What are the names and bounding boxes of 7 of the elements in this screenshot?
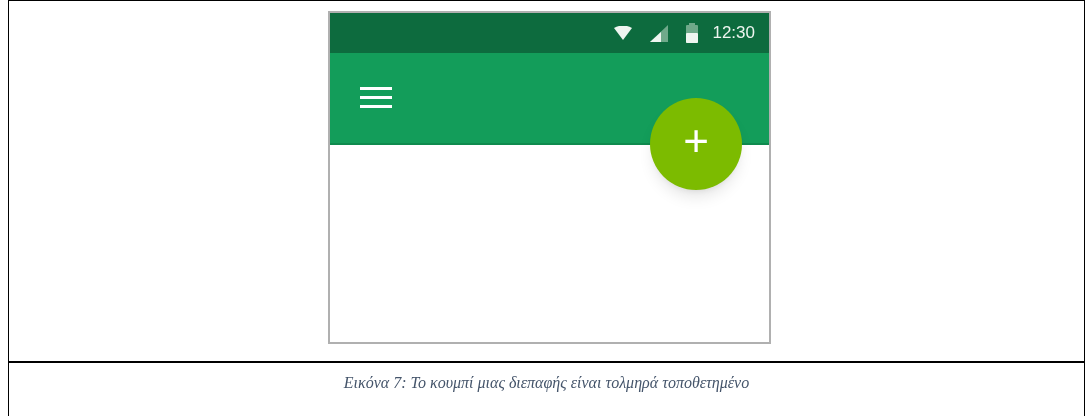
add-button[interactable]: + [650, 98, 742, 190]
wifi-icon [614, 26, 633, 40]
menu-icon[interactable] [360, 87, 392, 109]
status-time: 12:30 [712, 22, 755, 45]
battery-icon [686, 23, 699, 43]
figure-caption: Εικόνα 7: Το κουμπί μιας διεπαφής είναι τολμηρά τοποθετημένο [343, 373, 750, 394]
signal-icon [650, 24, 669, 42]
